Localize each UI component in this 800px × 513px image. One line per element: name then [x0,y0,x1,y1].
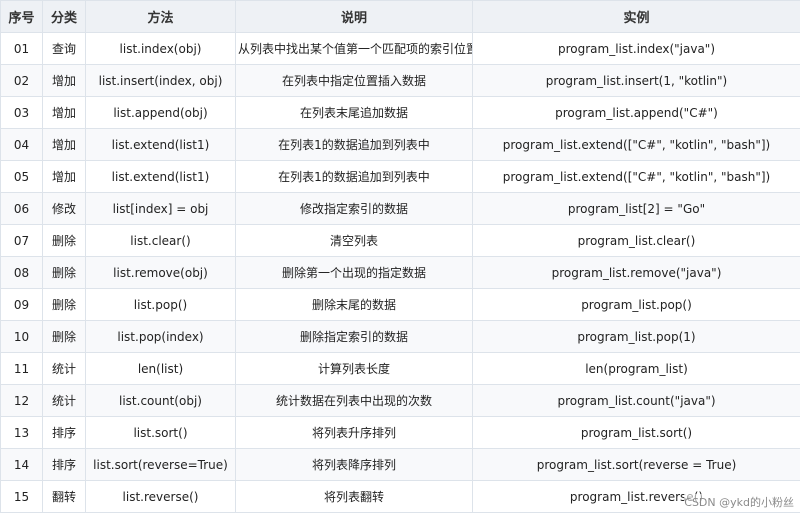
cell-category: 统计 [42,384,86,417]
list-methods-table: 序号 分类 方法 说明 实例 01 查询 list.index(obj) 从列表中找出… [0,0,800,513]
cell-description: 删除第一个出现的指定数据 [235,256,473,289]
cell-description: 将列表降序排列 [235,448,473,481]
cell-category: 翻转 [42,480,86,513]
table-row: 13 排序 list.sort() 将列表升序排列 program_list.sort(… [0,416,800,449]
cell-example: program_list[2] = "Go" [472,192,800,225]
table-row: 10 删除 list.pop(index) 删除指定索引的数据 program_list… [0,320,800,353]
cell-category: 统计 [42,352,86,385]
cell-index: 12 [0,384,43,417]
cell-category: 删除 [42,320,86,353]
cell-method: list.pop() [85,288,236,321]
table-row: 04 增加 list.extend(list1) 在列表1的数据追加到列表中 progr… [0,128,800,161]
table-row: 05 增加 list.extend(list1) 在列表1的数据追加到列表中 progr… [0,160,800,193]
cell-example: program_list.pop() [472,288,800,321]
cell-index: 13 [0,416,43,449]
header-description: 说明 [235,0,473,33]
cell-example: program_list.insert(1, "kotlin") [472,64,800,97]
cell-index: 11 [0,352,43,385]
cell-index: 15 [0,480,43,513]
table-header: 序号 分类 方法 说明 实例 [0,0,800,33]
cell-index: 05 [0,160,43,193]
cell-category: 增加 [42,64,86,97]
cell-index: 04 [0,128,43,161]
cell-example: program_list.append("C#") [472,96,800,129]
cell-example: program_list.sort() [472,416,800,449]
header-category: 分类 [42,0,86,33]
cell-example: program_list.extend(["C#", "kotlin", "ba… [472,160,800,193]
cell-example: program_list.sort(reverse = True) [472,448,800,481]
cell-description: 在列表中指定位置插入数据 [235,64,473,97]
table-row: 09 删除 list.pop() 删除末尾的数据 program_list.pop() [0,288,800,321]
cell-example: program_list.remove("java") [472,256,800,289]
cell-index: 01 [0,32,43,65]
cell-index: 08 [0,256,43,289]
cell-category: 增加 [42,128,86,161]
cell-description: 将列表升序排列 [235,416,473,449]
cell-index: 07 [0,224,43,257]
cell-method: list.insert(index, obj) [85,64,236,97]
table-row: 12 统计 list.count(obj) 统计数据在列表中出现的次数 program_… [0,384,800,417]
cell-example: program_list.pop(1) [472,320,800,353]
cell-method: list.reverse() [85,480,236,513]
cell-index: 02 [0,64,43,97]
cell-index: 09 [0,288,43,321]
cell-description: 统计数据在列表中出现的次数 [235,384,473,417]
table-row: 14 排序 list.sort(reverse=True) 将列表降序排列 progra… [0,448,800,481]
table-row: 06 修改 list[index] = obj 修改指定索引的数据 program_li… [0,192,800,225]
table-row: 01 查询 list.index(obj) 从列表中找出某个值第一个匹配项的索引位置 p… [0,32,800,65]
cell-index: 06 [0,192,43,225]
cell-category: 排序 [42,416,86,449]
cell-method: list.extend(list1) [85,160,236,193]
cell-method: list.sort(reverse=True) [85,448,236,481]
cell-example: program_list.index("java") [472,32,800,65]
cell-method: list.index(obj) [85,32,236,65]
header-index: 序号 [0,0,43,33]
cell-category: 排序 [42,448,86,481]
cell-category: 增加 [42,160,86,193]
table-row: 11 统计 len(list) 计算列表长度 len(program_list) [0,352,800,385]
cell-description: 在列表末尾追加数据 [235,96,473,129]
cell-example: program_list.extend(["C#", "kotlin", "ba… [472,128,800,161]
cell-method: len(list) [85,352,236,385]
table-row: 02 增加 list.insert(index, obj) 在列表中指定位置插入数据 p… [0,64,800,97]
cell-description: 修改指定索引的数据 [235,192,473,225]
cell-method: list.count(obj) [85,384,236,417]
header-row: 序号 分类 方法 说明 实例 [0,0,800,33]
cell-description: 清空列表 [235,224,473,257]
table-row: 03 增加 list.append(obj) 在列表末尾追加数据 program_lis… [0,96,800,129]
cell-index: 14 [0,448,43,481]
cell-method: list.remove(obj) [85,256,236,289]
cell-example: program_list.clear() [472,224,800,257]
cell-category: 增加 [42,96,86,129]
cell-description: 从列表中找出某个值第一个匹配项的索引位置 [235,32,473,65]
cell-description: 在列表1的数据追加到列表中 [235,128,473,161]
cell-index: 10 [0,320,43,353]
cell-description: 删除指定索引的数据 [235,320,473,353]
watermark: CSDN @ykd的小粉丝 [684,494,794,510]
header-example: 实例 [472,0,800,33]
cell-category: 查询 [42,32,86,65]
table-row: 07 删除 list.clear() 清空列表 program_list.clear() [0,224,800,257]
table-body: 01 查询 list.index(obj) 从列表中找出某个值第一个匹配项的索引位置 p… [0,32,800,513]
cell-method: list.sort() [85,416,236,449]
cell-method: list.extend(list1) [85,128,236,161]
cell-example: len(program_list) [472,352,800,385]
cell-category: 删除 [42,288,86,321]
cell-method: list.pop(index) [85,320,236,353]
cell-method: list.append(obj) [85,96,236,129]
cell-description: 计算列表长度 [235,352,473,385]
cell-description: 在列表1的数据追加到列表中 [235,160,473,193]
table-row: 08 删除 list.remove(obj) 删除第一个出现的指定数据 program_… [0,256,800,289]
header-method: 方法 [85,0,236,33]
cell-example: program_list.count("java") [472,384,800,417]
cell-description: 删除末尾的数据 [235,288,473,321]
cell-category: 修改 [42,192,86,225]
cell-index: 03 [0,96,43,129]
table-row: 15 翻转 list.reverse() 将列表翻转 program_list.reve… [0,480,800,513]
cell-category: 删除 [42,224,86,257]
cell-method: list[index] = obj [85,192,236,225]
cell-method: list.clear() [85,224,236,257]
cell-category: 删除 [42,256,86,289]
cell-description: 将列表翻转 [235,480,473,513]
